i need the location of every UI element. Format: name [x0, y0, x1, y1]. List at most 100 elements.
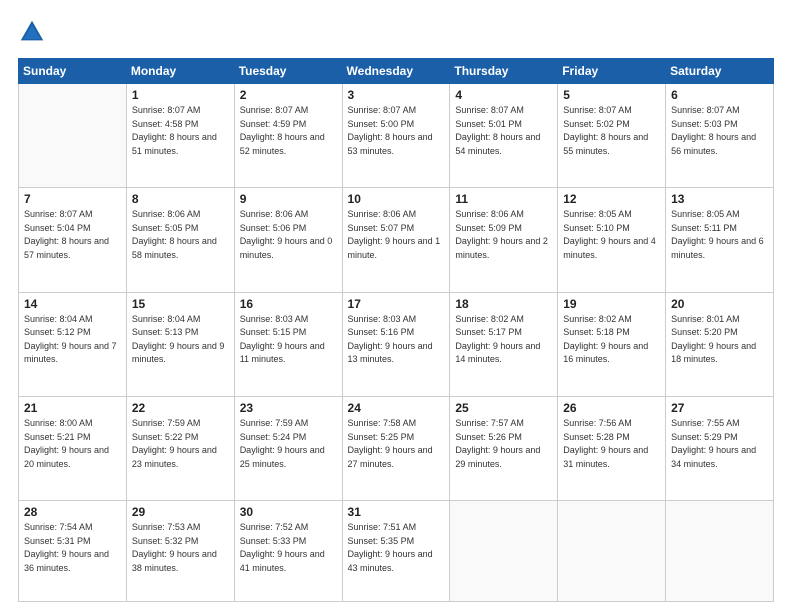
day-number: 27: [671, 401, 768, 415]
day-info: Sunrise: 8:06 AM Sunset: 5:07 PM Dayligh…: [348, 208, 445, 262]
daylight-text: Daylight: 9 hours and 13 minutes.: [348, 341, 433, 365]
calendar-cell: 27 Sunrise: 7:55 AM Sunset: 5:29 PM Dayl…: [666, 397, 774, 501]
sunrise-text: Sunrise: 8:04 AM: [132, 314, 201, 324]
sunset-text: Sunset: 4:58 PM: [132, 119, 199, 129]
day-info: Sunrise: 8:07 AM Sunset: 5:04 PM Dayligh…: [24, 208, 121, 262]
day-info: Sunrise: 7:55 AM Sunset: 5:29 PM Dayligh…: [671, 417, 768, 471]
day-number: 31: [348, 505, 445, 519]
day-number: 9: [240, 192, 337, 206]
day-info: Sunrise: 8:07 AM Sunset: 5:02 PM Dayligh…: [563, 104, 660, 158]
calendar-cell: [666, 501, 774, 602]
day-info: Sunrise: 8:03 AM Sunset: 5:16 PM Dayligh…: [348, 313, 445, 367]
day-info: Sunrise: 8:07 AM Sunset: 4:58 PM Dayligh…: [132, 104, 229, 158]
sunrise-text: Sunrise: 7:52 AM: [240, 522, 309, 532]
weekday-header-wednesday: Wednesday: [342, 59, 450, 84]
sunrise-text: Sunrise: 8:05 AM: [671, 209, 740, 219]
sunset-text: Sunset: 5:18 PM: [563, 327, 630, 337]
day-number: 10: [348, 192, 445, 206]
calendar-cell: 25 Sunrise: 7:57 AM Sunset: 5:26 PM Dayl…: [450, 397, 558, 501]
daylight-text: Daylight: 9 hours and 9 minutes.: [132, 341, 225, 365]
daylight-text: Daylight: 9 hours and 20 minutes.: [24, 445, 109, 469]
weekday-header-friday: Friday: [558, 59, 666, 84]
sunrise-text: Sunrise: 7:59 AM: [132, 418, 201, 428]
day-number: 6: [671, 88, 768, 102]
sunset-text: Sunset: 5:22 PM: [132, 432, 199, 442]
calendar-cell: 21 Sunrise: 8:00 AM Sunset: 5:21 PM Dayl…: [19, 397, 127, 501]
day-number: 29: [132, 505, 229, 519]
daylight-text: Daylight: 9 hours and 36 minutes.: [24, 549, 109, 573]
daylight-text: Daylight: 9 hours and 4 minutes.: [563, 236, 656, 260]
sunrise-text: Sunrise: 7:58 AM: [348, 418, 417, 428]
day-number: 28: [24, 505, 121, 519]
sunset-text: Sunset: 5:04 PM: [24, 223, 91, 233]
day-number: 23: [240, 401, 337, 415]
calendar-cell: 12 Sunrise: 8:05 AM Sunset: 5:10 PM Dayl…: [558, 188, 666, 292]
calendar-cell: 18 Sunrise: 8:02 AM Sunset: 5:17 PM Dayl…: [450, 292, 558, 396]
daylight-text: Daylight: 9 hours and 6 minutes.: [671, 236, 764, 260]
daylight-text: Daylight: 9 hours and 29 minutes.: [455, 445, 540, 469]
calendar-cell: 31 Sunrise: 7:51 AM Sunset: 5:35 PM Dayl…: [342, 501, 450, 602]
day-number: 19: [563, 297, 660, 311]
calendar-cell: 4 Sunrise: 8:07 AM Sunset: 5:01 PM Dayli…: [450, 84, 558, 188]
calendar-cell: [558, 501, 666, 602]
calendar-cell: 14 Sunrise: 8:04 AM Sunset: 5:12 PM Dayl…: [19, 292, 127, 396]
header: [18, 18, 774, 46]
sunrise-text: Sunrise: 7:59 AM: [240, 418, 309, 428]
daylight-text: Daylight: 9 hours and 14 minutes.: [455, 341, 540, 365]
sunrise-text: Sunrise: 8:03 AM: [240, 314, 309, 324]
day-info: Sunrise: 8:06 AM Sunset: 5:05 PM Dayligh…: [132, 208, 229, 262]
sunrise-text: Sunrise: 7:57 AM: [455, 418, 524, 428]
day-info: Sunrise: 8:01 AM Sunset: 5:20 PM Dayligh…: [671, 313, 768, 367]
day-number: 5: [563, 88, 660, 102]
day-number: 4: [455, 88, 552, 102]
sunset-text: Sunset: 5:11 PM: [671, 223, 737, 233]
sunset-text: Sunset: 5:20 PM: [671, 327, 738, 337]
daylight-text: Daylight: 9 hours and 11 minutes.: [240, 341, 325, 365]
sunrise-text: Sunrise: 7:54 AM: [24, 522, 93, 532]
sunset-text: Sunset: 5:32 PM: [132, 536, 199, 546]
sunset-text: Sunset: 5:25 PM: [348, 432, 415, 442]
weekday-header-thursday: Thursday: [450, 59, 558, 84]
sunrise-text: Sunrise: 8:06 AM: [240, 209, 309, 219]
daylight-text: Daylight: 9 hours and 1 minute.: [348, 236, 441, 260]
day-number: 30: [240, 505, 337, 519]
sunset-text: Sunset: 5:16 PM: [348, 327, 415, 337]
sunrise-text: Sunrise: 8:07 AM: [348, 105, 417, 115]
calendar-cell: 29 Sunrise: 7:53 AM Sunset: 5:32 PM Dayl…: [126, 501, 234, 602]
sunrise-text: Sunrise: 8:02 AM: [455, 314, 524, 324]
day-info: Sunrise: 8:07 AM Sunset: 4:59 PM Dayligh…: [240, 104, 337, 158]
sunrise-text: Sunrise: 8:07 AM: [24, 209, 93, 219]
sunrise-text: Sunrise: 8:07 AM: [240, 105, 309, 115]
weekday-header-tuesday: Tuesday: [234, 59, 342, 84]
day-number: 24: [348, 401, 445, 415]
daylight-text: Daylight: 9 hours and 27 minutes.: [348, 445, 433, 469]
daylight-text: Daylight: 8 hours and 57 minutes.: [24, 236, 109, 260]
calendar-cell: 6 Sunrise: 8:07 AM Sunset: 5:03 PM Dayli…: [666, 84, 774, 188]
daylight-text: Daylight: 9 hours and 34 minutes.: [671, 445, 756, 469]
sunrise-text: Sunrise: 7:55 AM: [671, 418, 740, 428]
sunset-text: Sunset: 5:33 PM: [240, 536, 307, 546]
sunset-text: Sunset: 5:00 PM: [348, 119, 415, 129]
day-info: Sunrise: 7:56 AM Sunset: 5:28 PM Dayligh…: [563, 417, 660, 471]
calendar-cell: 10 Sunrise: 8:06 AM Sunset: 5:07 PM Dayl…: [342, 188, 450, 292]
calendar-cell: 17 Sunrise: 8:03 AM Sunset: 5:16 PM Dayl…: [342, 292, 450, 396]
day-info: Sunrise: 8:07 AM Sunset: 5:03 PM Dayligh…: [671, 104, 768, 158]
day-info: Sunrise: 8:02 AM Sunset: 5:17 PM Dayligh…: [455, 313, 552, 367]
daylight-text: Daylight: 8 hours and 53 minutes.: [348, 132, 433, 156]
day-info: Sunrise: 8:06 AM Sunset: 5:09 PM Dayligh…: [455, 208, 552, 262]
day-info: Sunrise: 8:06 AM Sunset: 5:06 PM Dayligh…: [240, 208, 337, 262]
day-info: Sunrise: 7:54 AM Sunset: 5:31 PM Dayligh…: [24, 521, 121, 575]
sunrise-text: Sunrise: 8:02 AM: [563, 314, 632, 324]
day-info: Sunrise: 8:02 AM Sunset: 5:18 PM Dayligh…: [563, 313, 660, 367]
sunset-text: Sunset: 5:31 PM: [24, 536, 91, 546]
daylight-text: Daylight: 9 hours and 31 minutes.: [563, 445, 648, 469]
day-info: Sunrise: 7:53 AM Sunset: 5:32 PM Dayligh…: [132, 521, 229, 575]
daylight-text: Daylight: 8 hours and 51 minutes.: [132, 132, 217, 156]
sunset-text: Sunset: 5:26 PM: [455, 432, 522, 442]
sunset-text: Sunset: 5:01 PM: [455, 119, 522, 129]
sunset-text: Sunset: 5:28 PM: [563, 432, 630, 442]
day-number: 13: [671, 192, 768, 206]
calendar-week-row: 21 Sunrise: 8:00 AM Sunset: 5:21 PM Dayl…: [19, 397, 774, 501]
day-number: 20: [671, 297, 768, 311]
daylight-text: Daylight: 9 hours and 43 minutes.: [348, 549, 433, 573]
